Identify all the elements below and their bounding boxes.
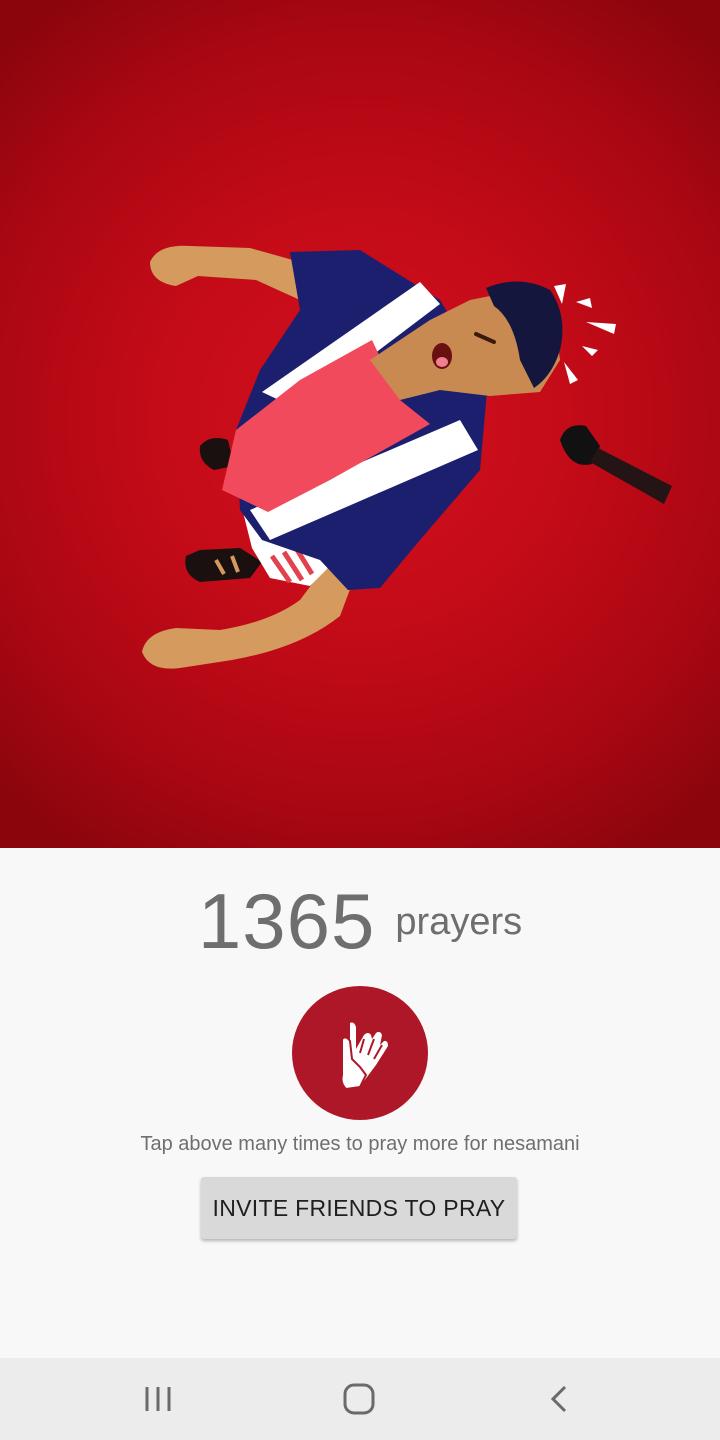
recent-apps-icon [145,1387,171,1411]
invite-friends-button[interactable]: INVITE FRIENDS TO PRAY [201,1177,517,1239]
prayer-counter: 1365 prayers [0,876,720,967]
prayer-count: 1365 [197,877,376,965]
pray-button[interactable] [292,986,428,1120]
home-button[interactable] [299,1358,419,1440]
prayer-unit-label: prayers [395,901,523,943]
nesamani-illustration [142,245,672,669]
praying-hands-icon [340,1022,388,1091]
system-navigation-bar [0,1358,720,1440]
back-button[interactable] [500,1358,620,1440]
home-icon [343,1383,375,1415]
back-icon [550,1385,567,1413]
hero-image [0,0,720,848]
pray-hint-text: Tap above many times to pray more for ne… [140,1133,580,1155]
recent-apps-button[interactable] [98,1358,218,1440]
